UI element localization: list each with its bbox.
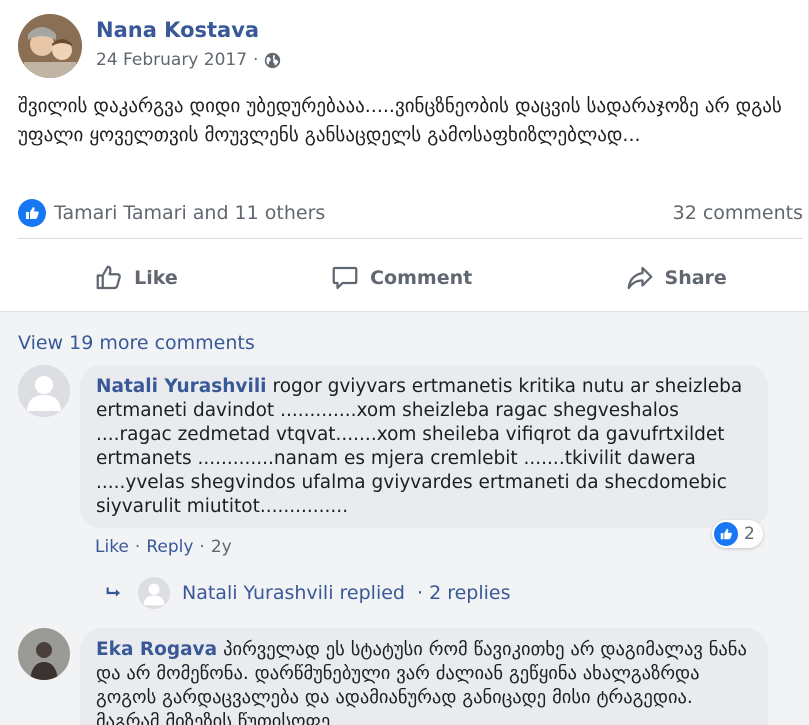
thumbs-up-icon [96,265,122,290]
author-name[interactable]: Nana Kostava [96,18,259,42]
like-reaction-icon [18,199,46,227]
like-button[interactable]: Like [94,263,178,293]
post-meta: 24 February 2017 · [96,50,281,70]
share-label: Share [664,267,727,289]
reactors-text[interactable]: Tamari Tamari and 11 others [54,202,325,224]
comment-label: Comment [370,267,473,289]
post-text: შვილის დაკარგვა დიდი უბედურებააა.....ვინ… [18,95,782,146]
like-reaction-icon [714,522,738,546]
comment-bubble: Natali Yurashvili rogor gviyvars ertmanet… [80,365,768,528]
actions-divider [18,238,803,239]
comment-icon [332,266,358,290]
globe-icon[interactable] [264,52,281,69]
reply-summary-author: Natali Yurashvili replied [182,582,405,604]
comment-meta: Like · Reply · 2y [95,537,232,557]
replies-link[interactable]: Natali Yurashvili replied · 2 replies [104,577,510,609]
comment-bubble: Eka Rogava პირველად ეს სტატუსი რომ წავიკი… [80,628,768,725]
post-actions: Like Comment Share [18,250,803,306]
post-card: Nana Kostava 24 February 2017 · შვილის დ… [0,0,809,310]
meta-separator: · [253,50,259,70]
reply-arrow-icon [106,587,121,597]
like-label: Like [134,267,178,289]
reactions-summary: Tamari Tamari and 11 others 32 comments [18,198,803,228]
author-avatar[interactable] [18,14,82,78]
share-icon [627,266,652,290]
reaction-count: 2 [744,524,755,544]
comment-author[interactable]: Eka Rogava [96,639,217,660]
commenter-avatar[interactable] [18,628,70,680]
meta-separator: · [199,537,205,557]
comment-age[interactable]: 2y [211,537,232,557]
comment-text: rogor gviyvars ertmanetis kritika nutu a… [96,376,743,517]
comments-section: View 19 more comments Natali Yurashvili r… [0,311,809,725]
comment-reactions[interactable]: 2 [712,520,763,548]
meta-separator: · [134,537,141,557]
comment-button[interactable]: Comment [330,263,472,293]
post-date[interactable]: 24 February 2017 [96,50,247,70]
reactors[interactable]: Tamari Tamari and 11 others [18,199,325,227]
view-more-comments-link[interactable]: View 19 more comments [18,332,255,354]
comments-count[interactable]: 32 comments [673,202,803,224]
reply-author-avatar [138,577,170,609]
comment-like-link[interactable]: Like [95,537,129,557]
default-avatar-icon [18,365,70,417]
share-button[interactable]: Share [625,263,727,293]
comment-reply-link[interactable]: Reply [146,537,193,557]
reply-summary-count: · 2 replies [416,582,511,604]
comment-author[interactable]: Natali Yurashvili [96,376,267,397]
commenter-avatar[interactable] [18,365,70,417]
